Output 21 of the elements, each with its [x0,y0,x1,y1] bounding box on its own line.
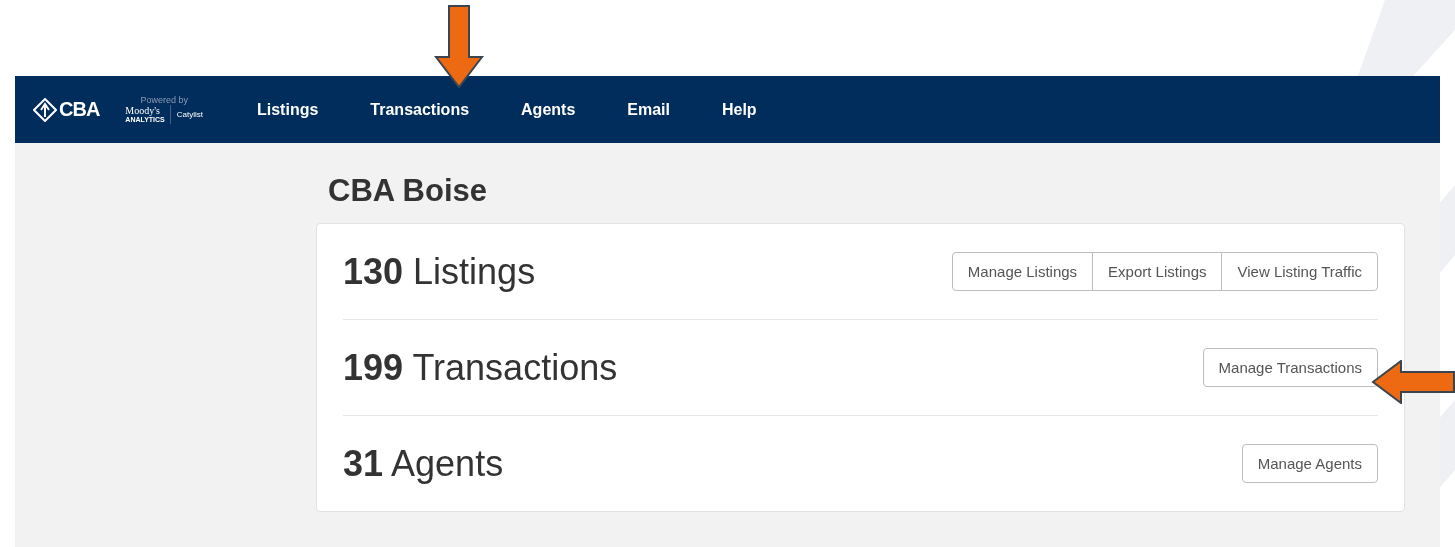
action-button[interactable]: Manage Listings [951,252,1094,291]
arrow-left-icon [1371,360,1455,404]
nav-link[interactable]: Listings [257,100,319,119]
arrow-down-icon [434,5,484,89]
page-title: CBA Boise [328,173,489,209]
action-button[interactable]: Manage Transactions [1202,348,1378,387]
action-button[interactable]: Manage Agents [1241,444,1378,483]
nav-link[interactable]: Transactions [370,100,470,119]
stat-heading: 31 Agents [343,442,504,485]
powered-by-text: Powered by [140,95,188,105]
nav-link[interactable]: Help [721,100,757,119]
product-name: Catylist [176,110,203,119]
stat-heading: 130 Listings [343,250,536,293]
action-button[interactable]: View Listing Traffic [1221,252,1378,291]
diamond-logo-icon [33,97,57,122]
stat-heading: 199 Transactions [343,346,618,389]
nav-link[interactable]: Email [627,100,670,119]
action-button[interactable]: Export Listings [1092,252,1223,291]
logo-text: CBA [59,98,100,121]
partner-logo-text: Moody's [125,105,161,116]
nav-link[interactable]: Agents [521,100,576,119]
